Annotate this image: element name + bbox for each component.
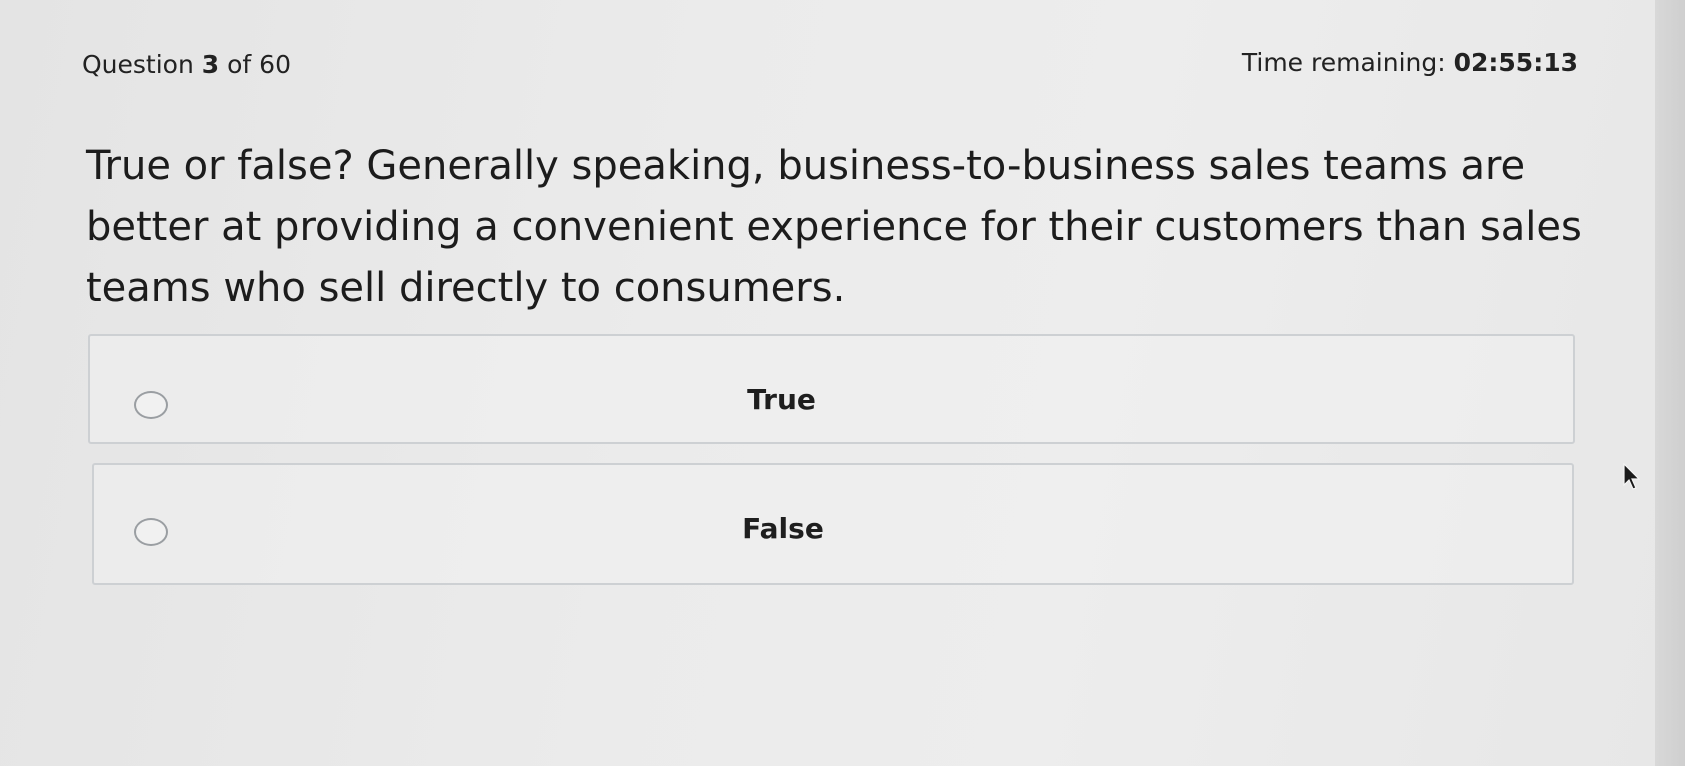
question-counter-word: Question: [82, 50, 194, 79]
time-remaining-value: 02:55:13: [1453, 48, 1578, 77]
question-counter: Question 3 of 60: [82, 50, 291, 79]
question-counter-total: of 60: [227, 50, 291, 79]
answer-option-label: False: [742, 512, 824, 545]
answer-option-label: True: [747, 383, 816, 416]
quiz-header: Question 3 of 60 Time remaining: 02:55:1…: [82, 48, 1578, 88]
question-counter-number: 3: [201, 50, 220, 79]
answer-option-true[interactable]: True: [88, 334, 1575, 444]
question-text: True or false? Generally speaking, busin…: [86, 143, 1582, 311]
time-remaining-label: Time remaining:: [1241, 48, 1446, 77]
time-remaining: Time remaining: 02:55:13: [1242, 48, 1578, 77]
screen-edge: [1655, 0, 1685, 766]
mouse-pointer-icon: [1623, 463, 1641, 490]
quiz-screen: Question 3 of 60 Time remaining: 02:55:1…: [0, 0, 1655, 766]
answer-option-false[interactable]: False: [92, 463, 1574, 585]
